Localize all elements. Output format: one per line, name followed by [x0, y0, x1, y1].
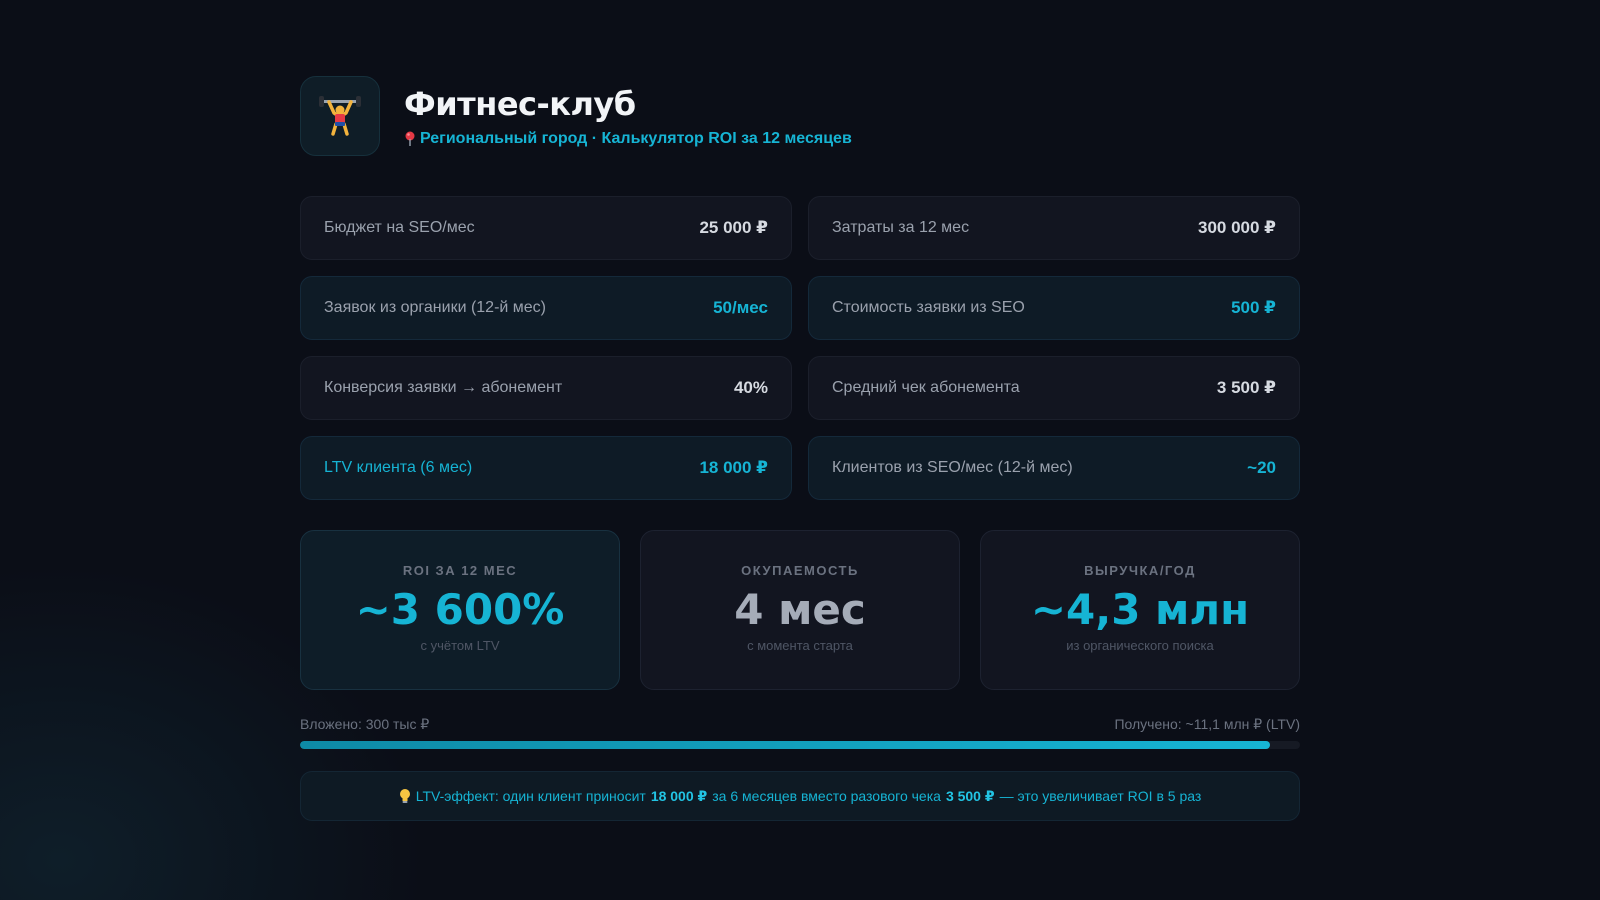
metric-avg-check: Средний чек абонемента 3 500 ₽: [808, 356, 1300, 420]
metric-label: Конверсия заявки → абонемент: [324, 379, 563, 396]
metric-conversion: Конверсия заявки → абонемент 40%: [300, 356, 792, 420]
summary-cards: ROI ЗА 12 МЕС ~3 600% с учётом LTV ОКУПА…: [300, 530, 1300, 690]
ltv-note: LTV-эффект: один клиент приносит 18 000 …: [300, 771, 1300, 821]
card-payback: ОКУПАЕМОСТЬ 4 мес с момента старта: [640, 530, 960, 690]
metric-value: ~20: [1247, 458, 1276, 477]
weightlifter-icon: [319, 96, 361, 136]
metric-value: 40%: [733, 378, 768, 397]
card-value: ~3 600%: [355, 585, 565, 634]
metrics-grid: Бюджет на SEO/мес 25 000 ₽ Затраты за 12…: [300, 196, 1300, 500]
progress-labels: Вложено: 300 тыс ₽ Получено: ~11,1 млн ₽…: [300, 716, 1300, 733]
metric-lead-cost: Стоимость заявки из SEO 500 ₽: [808, 276, 1300, 340]
lightbulb-icon: [399, 789, 410, 803]
metric-seo-budget: Бюджет на SEO/мес 25 000 ₽: [300, 196, 792, 260]
progress-track: [300, 741, 1300, 749]
metric-organic-leads: Заявок из органики (12-й мес) 50/мес: [300, 276, 792, 340]
metric-value: 25 000 ₽: [699, 218, 768, 237]
note-text-1: LTV-эффект: один клиент приносит: [415, 788, 646, 804]
subtitle-text: Региональный город · Калькулятор ROI за …: [420, 130, 852, 147]
metric-value: 500 ₽: [1231, 298, 1276, 317]
metric-label: Заявок из органики (12-й мес): [324, 299, 547, 316]
page-subtitle: Региональный город · Калькулятор ROI за …: [404, 130, 852, 148]
card-value: ~4,3 млн: [1030, 585, 1250, 634]
metric-label: Бюджет на SEO/мес: [324, 219, 475, 236]
header: Фитнес-клуб Региональный город · Калькул…: [300, 76, 1300, 156]
card-label: ВЫРУЧКА/ГОД: [1084, 563, 1196, 578]
metric-ltv: LTV клиента (6 мес) 18 000 ₽: [300, 436, 792, 500]
card-revenue: ВЫРУЧКА/ГОД ~4,3 млн из органического по…: [980, 530, 1300, 690]
metric-value: 3 500 ₽: [1216, 378, 1276, 397]
metric-label: LTV клиента (6 мес): [324, 459, 473, 476]
note-bold-2: 3 500 ₽: [945, 787, 995, 804]
note-bold-1: 18 000 ₽: [650, 787, 708, 804]
card-subtext: из органического поиска: [1066, 638, 1214, 653]
received-label: Получено: ~11,1 млн ₽ (LTV): [1114, 716, 1300, 732]
card-label: ROI ЗА 12 МЕС: [402, 563, 518, 578]
card-roi: ROI ЗА 12 МЕС ~3 600% с учётом LTV: [300, 530, 620, 690]
metric-seo-clients: Клиентов из SEO/мес (12-й мес) ~20: [808, 436, 1300, 500]
metric-value: 300 000 ₽: [1197, 218, 1276, 237]
metric-label: Средний чек абонемента: [832, 379, 1020, 396]
note-text-2: за 6 месяцев вместо разового чека: [712, 788, 941, 804]
metric-value: 50/мес: [713, 298, 768, 317]
metric-label: Затраты за 12 мес: [832, 219, 970, 236]
card-value: 4 мес: [734, 585, 866, 634]
card-label: ОКУПАЕМОСТЬ: [741, 563, 859, 578]
metric-value: 18 000 ₽: [699, 458, 768, 477]
metric-label: Клиентов из SEO/мес (12-й мес): [832, 459, 1073, 476]
roi-calculator: Фитнес-клуб Региональный город · Калькул…: [300, 76, 1300, 821]
card-subtext: с учётом LTV: [420, 638, 500, 653]
pin-icon: [405, 131, 415, 146]
metric-label: Стоимость заявки из SEO: [832, 299, 1025, 316]
logo-tile: [300, 76, 380, 156]
page-title: Фитнес-клуб: [404, 85, 636, 123]
metric-costs-12m: Затраты за 12 мес 300 000 ₽: [808, 196, 1300, 260]
note-text-3: — это увеличивает ROI в 5 раз: [999, 788, 1202, 804]
invested-label: Вложено: 300 тыс ₽: [300, 716, 430, 732]
card-subtext: с момента старта: [747, 638, 853, 653]
progress-fill: [300, 741, 1270, 749]
